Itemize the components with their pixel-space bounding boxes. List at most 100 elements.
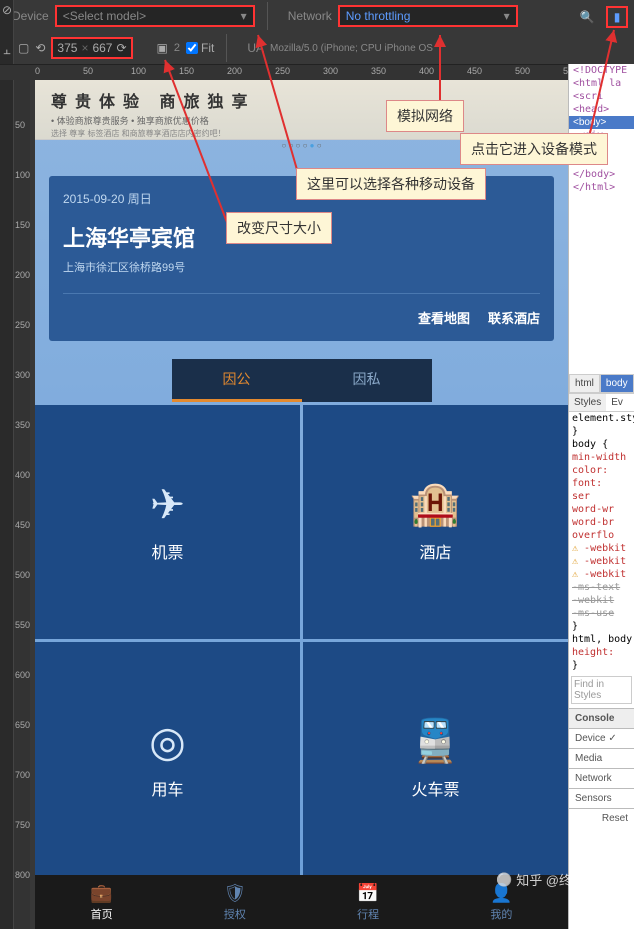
rotate-icon[interactable]: ⟲ (35, 41, 45, 55)
refresh-icon[interactable]: ⟳ (116, 41, 126, 55)
grid-car[interactable]: ◎ 用车 (35, 642, 300, 876)
grid-train[interactable]: 🚆 火车票 (303, 642, 568, 876)
nav-home-label: 首页 (91, 906, 113, 922)
callout-size: 改变尺寸大小 (226, 212, 332, 244)
banner-title: 尊贵体验 商旅独享 (51, 88, 552, 112)
watermark: ⚪ 知乎 @终端研发部 (496, 870, 624, 889)
css-prop[interactable]: word-wr (569, 503, 634, 516)
ruler-vertical: 5010015020025030035040045050055060065070… (14, 80, 30, 929)
drawer-media[interactable]: Media (569, 748, 634, 768)
network-label: Network (288, 9, 332, 23)
search-icon[interactable]: 🔍 (576, 6, 598, 28)
nav-auth-label: 授权 (224, 906, 246, 922)
nav-trip-label: 行程 (357, 906, 379, 922)
dom-node[interactable]: <!DOCTYPE (569, 64, 634, 77)
css-prop[interactable]: overflo (569, 529, 634, 542)
crumb-body[interactable]: body (600, 374, 634, 393)
shield-icon: 🛡 (223, 883, 246, 904)
css-prop[interactable]: color: (569, 464, 634, 477)
ua-label: UA (247, 41, 264, 55)
nav-mine-label: 我的 (490, 906, 512, 922)
height-prop: height: (569, 646, 634, 659)
css-prop[interactable]: -webkit (569, 542, 634, 555)
callout-phone: 点击它进入设备模式 (460, 133, 608, 165)
css-prop[interactable]: min-width (569, 451, 634, 464)
dock-icon[interactable]: ⫠ (0, 40, 14, 60)
width-value: 375 (57, 41, 77, 55)
device-select-value: <Select model> (63, 9, 146, 23)
dom-node[interactable]: <head> (569, 103, 634, 116)
dom-node[interactable]: </body> (569, 168, 634, 181)
css-prop[interactable]: -ms-text (569, 581, 634, 594)
zoom-value: 2 (174, 42, 180, 54)
hotel-card[interactable]: 2015-09-20 周日 上海华亭宾馆 上海市徐汇区徐桥路99号 查看地图 联… (49, 176, 554, 341)
htmlbody-selector: html, body (569, 633, 634, 646)
css-prop[interactable]: font: (569, 477, 634, 490)
dimensions[interactable]: 375 × 667 ⟳ (51, 37, 132, 59)
drawer-reset[interactable]: Reset (569, 808, 634, 828)
crumb-html[interactable]: html (569, 374, 600, 393)
nav-trip[interactable]: 📅 行程 (302, 875, 435, 929)
css-prop[interactable]: ser (569, 490, 634, 503)
callout-network: 模拟网络 (386, 100, 464, 132)
separator (267, 2, 268, 30)
steering-icon: ◎ (149, 717, 186, 766)
nav-home[interactable]: 💼 首页 (35, 875, 168, 929)
grid-flight[interactable]: ✈ 机票 (35, 405, 300, 639)
tab-private[interactable]: 因私 (302, 359, 432, 402)
tabs: 因公 因私 (172, 359, 432, 402)
calendar-icon: 📅 (357, 883, 379, 904)
dom-node[interactable]: <scri (569, 90, 634, 103)
flight-label: 机票 (151, 539, 183, 563)
drawer-sensors[interactable]: Sensors (569, 788, 634, 808)
drawer-device[interactable]: Device ✓ (569, 728, 634, 748)
find-in-styles[interactable]: Find in Styles (571, 676, 632, 704)
banner-sub1: • 体验商旅尊贵服务 • 独享商旅优惠价格 (51, 114, 552, 127)
fit-label: Fit (201, 41, 214, 55)
screenshot-icon[interactable]: ▣ (157, 41, 168, 55)
drawer-network[interactable]: Network (569, 768, 634, 788)
hotel-label: 酒店 (419, 539, 451, 563)
ua-value: Mozilla/5.0 (iPhone; CPU iPhone OS (270, 43, 433, 54)
view-map-link[interactable]: 查看地图 (418, 308, 470, 327)
nav-auth[interactable]: 🛡 授权 (168, 875, 301, 929)
train-label: 火车票 (411, 776, 459, 800)
body-selector: body { (569, 438, 634, 451)
train-icon: 🚆 (409, 717, 461, 766)
dom-node[interactable]: <body> (569, 116, 634, 129)
drawer-console[interactable]: Console (569, 708, 634, 728)
contact-hotel-link[interactable]: 联系酒店 (488, 308, 540, 327)
tab-public[interactable]: 因公 (172, 359, 302, 402)
hotel-address: 上海市徐汇区徐桥路99号 (63, 259, 540, 294)
css-prop[interactable]: -webkit (569, 568, 634, 581)
banner[interactable]: 尊贵体验 商旅独享 • 体验商旅尊贵服务 • 独享商旅优惠价格 选择 尊享 标签… (35, 80, 568, 140)
car-label: 用车 (151, 776, 183, 800)
briefcase-icon: 💼 (90, 883, 112, 904)
element-style: element.style (569, 412, 634, 425)
plane-icon: ✈ (150, 480, 185, 529)
css-prop[interactable]: -webkit (569, 555, 634, 568)
grid-hotel[interactable]: 🏨 酒店 (303, 405, 568, 639)
device-viewport: 尊贵体验 商旅独享 • 体验商旅尊贵服务 • 独享商旅优惠价格 选择 尊享 标签… (35, 80, 568, 929)
dom-node[interactable]: <html la (569, 77, 634, 90)
device-label: Device (12, 9, 49, 23)
network-select[interactable]: No throttling (338, 5, 518, 27)
css-prop[interactable]: -webkit (569, 594, 634, 607)
crumb-tabs: html body (569, 374, 634, 394)
device-mode-icon[interactable]: ▮ (606, 6, 628, 28)
ruler-horizontal: 050100150200250300350400450500550 (0, 64, 634, 80)
dom-node[interactable]: </html> (569, 181, 634, 194)
hotel-icon: 🏨 (409, 480, 461, 529)
bottom-nav: 💼首页 🛡授权 📅行程 👤我的 (35, 875, 568, 929)
tab-events[interactable]: Ev (606, 394, 628, 411)
height-value: 667 (92, 41, 112, 55)
fit-checkbox[interactable]: Fit (186, 41, 214, 55)
separator (226, 34, 227, 62)
tab-styles[interactable]: Styles (569, 394, 606, 411)
network-select-value: No throttling (346, 9, 411, 23)
disable-icon[interactable]: ⊘ (0, 0, 14, 20)
css-prop[interactable]: word-br (569, 516, 634, 529)
device-select[interactable]: <Select model> (55, 5, 255, 27)
callout-device: 这里可以选择各种移动设备 (296, 168, 486, 200)
css-prop[interactable]: -ms-use (569, 607, 634, 620)
